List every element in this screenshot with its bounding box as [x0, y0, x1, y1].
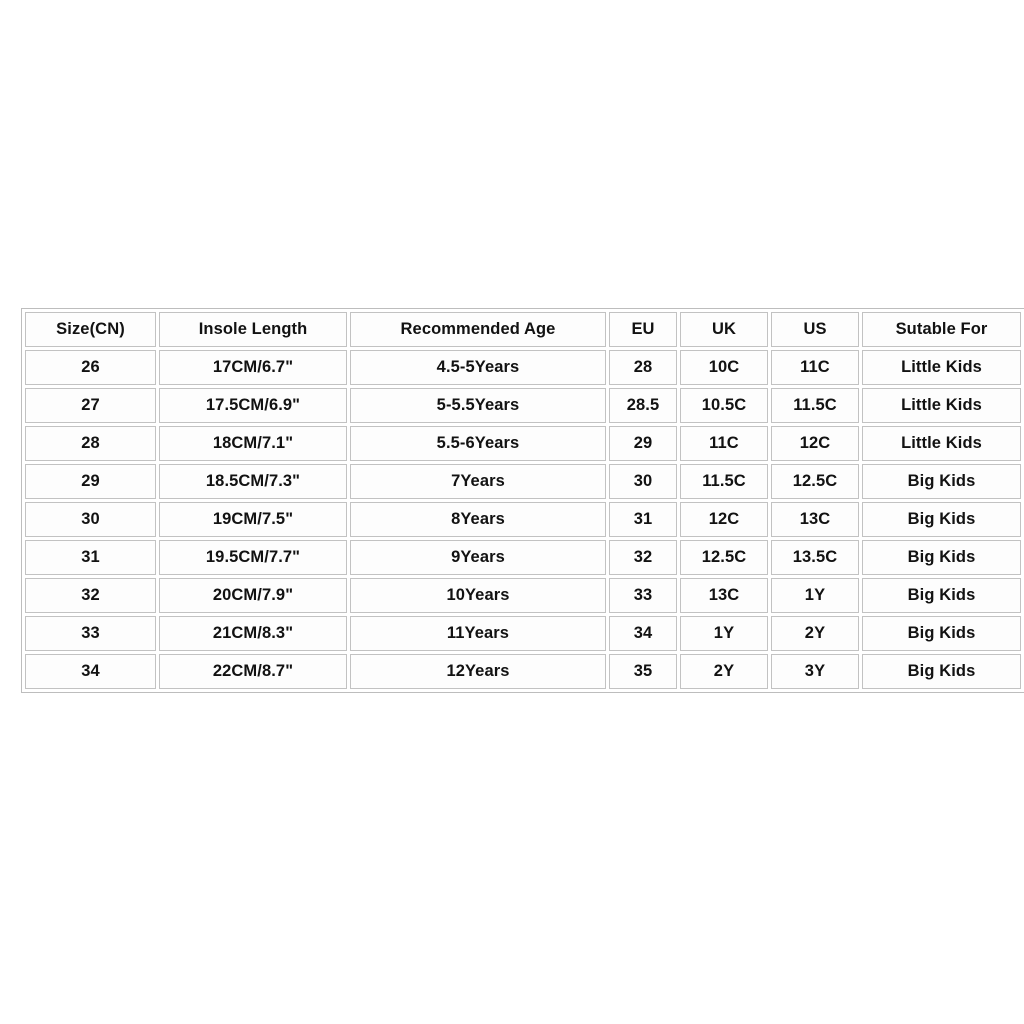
cell-us: 11C: [771, 350, 859, 385]
table-row: 32 20CM/7.9" 10Years 33 13C 1Y Big Kids: [25, 578, 1021, 613]
table-header-row: Size(CN) Insole Length Recommended Age E…: [25, 312, 1021, 347]
cell-uk: 10C: [680, 350, 768, 385]
cell-size-cn: 33: [25, 616, 156, 651]
column-header-size-cn: Size(CN): [25, 312, 156, 347]
cell-recommended-age: 5.5-6Years: [350, 426, 606, 461]
cell-uk: 2Y: [680, 654, 768, 689]
cell-uk: 11.5C: [680, 464, 768, 499]
column-header-recommended-age: Recommended Age: [350, 312, 606, 347]
cell-size-cn: 28: [25, 426, 156, 461]
cell-us: 13.5C: [771, 540, 859, 575]
cell-insole-length: 20CM/7.9": [159, 578, 347, 613]
table-row: 28 18CM/7.1" 5.5-6Years 29 11C 12C Littl…: [25, 426, 1021, 461]
cell-uk: 10.5C: [680, 388, 768, 423]
cell-suitable-for: Big Kids: [862, 464, 1021, 499]
size-chart-table: Size(CN) Insole Length Recommended Age E…: [21, 308, 1024, 693]
cell-uk: 12.5C: [680, 540, 768, 575]
table-body: 26 17CM/6.7" 4.5-5Years 28 10C 11C Littl…: [25, 350, 1021, 689]
cell-suitable-for: Big Kids: [862, 616, 1021, 651]
column-header-uk: UK: [680, 312, 768, 347]
column-header-us: US: [771, 312, 859, 347]
table-row: 30 19CM/7.5" 8Years 31 12C 13C Big Kids: [25, 502, 1021, 537]
cell-uk: 13C: [680, 578, 768, 613]
cell-eu: 30: [609, 464, 677, 499]
cell-us: 12C: [771, 426, 859, 461]
size-chart-container: Size(CN) Insole Length Recommended Age E…: [21, 308, 1024, 693]
cell-recommended-age: 12Years: [350, 654, 606, 689]
cell-recommended-age: 11Years: [350, 616, 606, 651]
cell-suitable-for: Little Kids: [862, 388, 1021, 423]
cell-eu: 31: [609, 502, 677, 537]
table-row: 31 19.5CM/7.7" 9Years 32 12.5C 13.5C Big…: [25, 540, 1021, 575]
table-row: 34 22CM/8.7" 12Years 35 2Y 3Y Big Kids: [25, 654, 1021, 689]
cell-uk: 11C: [680, 426, 768, 461]
cell-eu: 29: [609, 426, 677, 461]
cell-suitable-for: Big Kids: [862, 578, 1021, 613]
cell-size-cn: 29: [25, 464, 156, 499]
cell-recommended-age: 7Years: [350, 464, 606, 499]
cell-eu: 33: [609, 578, 677, 613]
page-canvas: Size(CN) Insole Length Recommended Age E…: [0, 0, 1024, 1024]
cell-size-cn: 31: [25, 540, 156, 575]
cell-size-cn: 30: [25, 502, 156, 537]
cell-size-cn: 26: [25, 350, 156, 385]
cell-uk: 1Y: [680, 616, 768, 651]
cell-suitable-for: Little Kids: [862, 426, 1021, 461]
cell-us: 13C: [771, 502, 859, 537]
cell-uk: 12C: [680, 502, 768, 537]
cell-eu: 28.5: [609, 388, 677, 423]
cell-insole-length: 17.5CM/6.9": [159, 388, 347, 423]
cell-size-cn: 32: [25, 578, 156, 613]
cell-eu: 34: [609, 616, 677, 651]
cell-recommended-age: 4.5-5Years: [350, 350, 606, 385]
cell-insole-length: 21CM/8.3": [159, 616, 347, 651]
table-header: Size(CN) Insole Length Recommended Age E…: [25, 312, 1021, 347]
cell-insole-length: 19CM/7.5": [159, 502, 347, 537]
cell-suitable-for: Big Kids: [862, 540, 1021, 575]
cell-insole-length: 18.5CM/7.3": [159, 464, 347, 499]
cell-eu: 35: [609, 654, 677, 689]
cell-insole-length: 18CM/7.1": [159, 426, 347, 461]
cell-us: 11.5C: [771, 388, 859, 423]
table-row: 33 21CM/8.3" 11Years 34 1Y 2Y Big Kids: [25, 616, 1021, 651]
column-header-suitable-for: Sutable For: [862, 312, 1021, 347]
column-header-eu: EU: [609, 312, 677, 347]
cell-us: 1Y: [771, 578, 859, 613]
table-row: 26 17CM/6.7" 4.5-5Years 28 10C 11C Littl…: [25, 350, 1021, 385]
cell-eu: 32: [609, 540, 677, 575]
cell-recommended-age: 8Years: [350, 502, 606, 537]
cell-recommended-age: 9Years: [350, 540, 606, 575]
table-row: 29 18.5CM/7.3" 7Years 30 11.5C 12.5C Big…: [25, 464, 1021, 499]
cell-suitable-for: Little Kids: [862, 350, 1021, 385]
cell-insole-length: 19.5CM/7.7": [159, 540, 347, 575]
cell-us: 12.5C: [771, 464, 859, 499]
cell-insole-length: 22CM/8.7": [159, 654, 347, 689]
cell-suitable-for: Big Kids: [862, 654, 1021, 689]
cell-insole-length: 17CM/6.7": [159, 350, 347, 385]
cell-size-cn: 27: [25, 388, 156, 423]
cell-recommended-age: 5-5.5Years: [350, 388, 606, 423]
column-header-insole-length: Insole Length: [159, 312, 347, 347]
table-row: 27 17.5CM/6.9" 5-5.5Years 28.5 10.5C 11.…: [25, 388, 1021, 423]
cell-us: 2Y: [771, 616, 859, 651]
cell-us: 3Y: [771, 654, 859, 689]
cell-eu: 28: [609, 350, 677, 385]
cell-size-cn: 34: [25, 654, 156, 689]
cell-suitable-for: Big Kids: [862, 502, 1021, 537]
cell-recommended-age: 10Years: [350, 578, 606, 613]
